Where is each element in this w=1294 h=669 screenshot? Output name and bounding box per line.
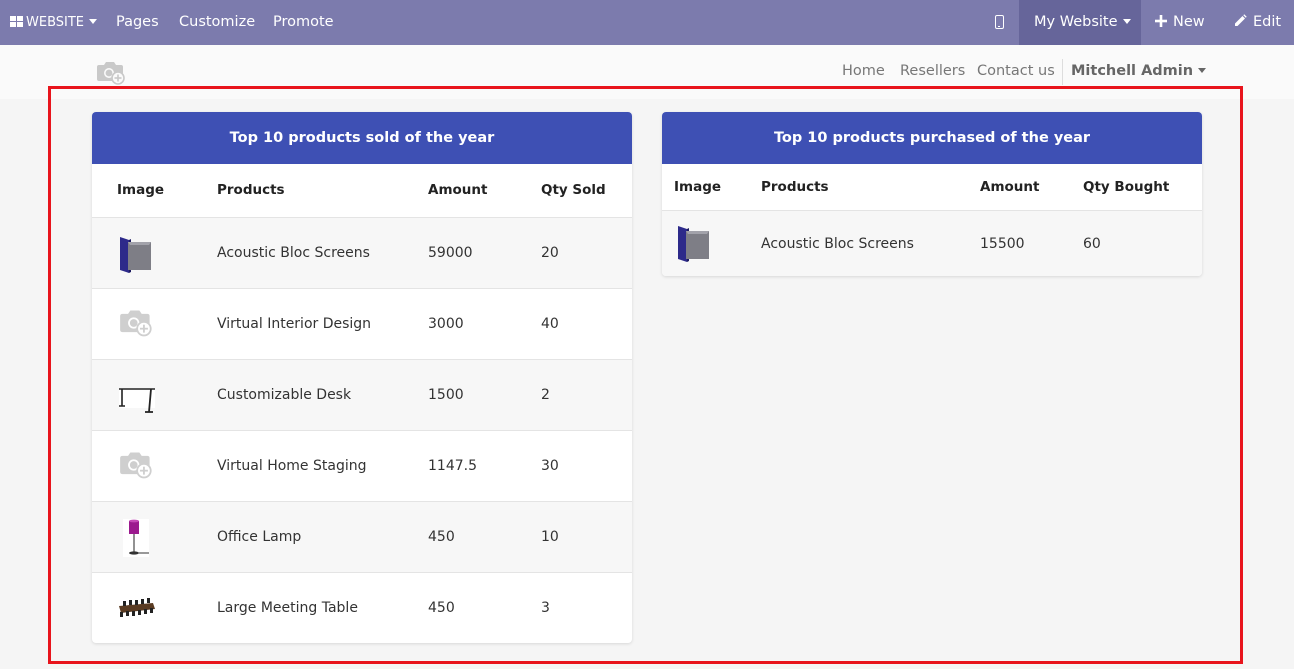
column-header-qty-bought: Qty Bought: [1083, 179, 1170, 195]
top-purchased-title: Top 10 products purchased of the year: [662, 112, 1202, 164]
qty-sold: 40: [541, 316, 559, 332]
meeting-table-thumbnail: [119, 598, 155, 617]
qty-sold: 10: [541, 529, 559, 545]
camera-placeholder-icon: [120, 310, 152, 337]
apps-grid-icon: [10, 16, 23, 27]
desk-thumbnail: [119, 388, 155, 413]
qty-sold: 3: [541, 600, 550, 616]
lamp-thumbnail: [123, 519, 149, 557]
product-name: Acoustic Bloc Screens: [217, 245, 370, 261]
caret-down-icon: [1122, 19, 1131, 24]
qty-sold: 30: [541, 458, 559, 474]
column-header-image: Image: [117, 182, 165, 198]
pencil-icon: [1235, 14, 1247, 26]
top-sold-card: Top 10 products sold of the year Image P…: [92, 112, 632, 643]
amount: 1500: [428, 387, 464, 403]
website-menu-label: WEBSITE: [26, 15, 84, 30]
acoustic-screen-thumbnail: [120, 237, 151, 273]
amount: 450: [428, 529, 455, 545]
amount: 15500: [980, 236, 1025, 252]
product-name: Virtual Interior Design: [217, 316, 372, 332]
caret-down-icon: [1198, 68, 1207, 73]
amount: 1147.5: [428, 458, 477, 474]
table-row: Customizable Desk 1500 2: [92, 359, 632, 430]
column-header-amount: Amount: [428, 182, 488, 198]
menu-promote[interactable]: Promote: [273, 0, 334, 45]
column-header-qty-sold: Qty Sold: [541, 182, 606, 198]
new-button[interactable]: New: [1155, 0, 1205, 45]
qty-sold: 20: [541, 245, 559, 261]
qty-sold: 2: [541, 387, 550, 403]
table-row: Large Meeting Table 450 3: [92, 572, 632, 643]
product-name: Acoustic Bloc Screens: [761, 236, 914, 252]
table-row: Virtual Interior Design 3000 40: [92, 288, 632, 359]
nav-contact-us[interactable]: Contact us: [977, 63, 1055, 79]
nav-home[interactable]: Home: [842, 63, 885, 79]
nav-resellers[interactable]: Resellers: [900, 63, 965, 79]
menu-pages[interactable]: Pages: [116, 0, 159, 45]
top-purchased-card: Top 10 products purchased of the year Im…: [662, 112, 1202, 276]
table-row: Acoustic Bloc Screens 59000 20: [92, 217, 632, 288]
caret-down-icon: [89, 19, 97, 24]
admin-top-bar: WEBSITE Pages Customize Promote My Websi…: [0, 0, 1294, 45]
my-website-label[interactable]: My Website: [1034, 0, 1131, 45]
camera-plus-icon[interactable]: [96, 61, 126, 85]
user-menu[interactable]: Mitchell Admin: [1071, 63, 1207, 79]
table-row: Office Lamp 450 10: [92, 501, 632, 572]
website-menu[interactable]: WEBSITE: [10, 0, 97, 45]
column-header-products: Products: [217, 182, 285, 198]
column-header-image: Image: [674, 179, 722, 195]
mobile-phone-icon[interactable]: [995, 15, 1004, 29]
amount: 450: [428, 600, 455, 616]
acoustic-screen-thumbnail: [678, 226, 709, 262]
plus-icon: [1155, 15, 1167, 27]
column-header-products: Products: [761, 179, 829, 195]
menu-customize[interactable]: Customize: [179, 0, 255, 45]
amount: 3000: [428, 316, 464, 332]
edit-button[interactable]: Edit: [1234, 0, 1281, 45]
qty-bought: 60: [1083, 236, 1101, 252]
top-sold-title: Top 10 products sold of the year: [92, 112, 632, 164]
product-name: Virtual Home Staging: [217, 458, 367, 474]
table-row: Virtual Home Staging 1147.5 30: [92, 430, 632, 501]
product-name: Customizable Desk: [217, 387, 352, 403]
product-name: Office Lamp: [217, 529, 302, 545]
nav-divider: [1062, 59, 1063, 85]
table-row: Acoustic Bloc Screens 15500 60: [662, 210, 1202, 276]
amount: 59000: [428, 245, 473, 261]
camera-placeholder-icon: [120, 452, 152, 479]
product-name: Large Meeting Table: [217, 600, 358, 616]
column-header-amount: Amount: [980, 179, 1040, 195]
